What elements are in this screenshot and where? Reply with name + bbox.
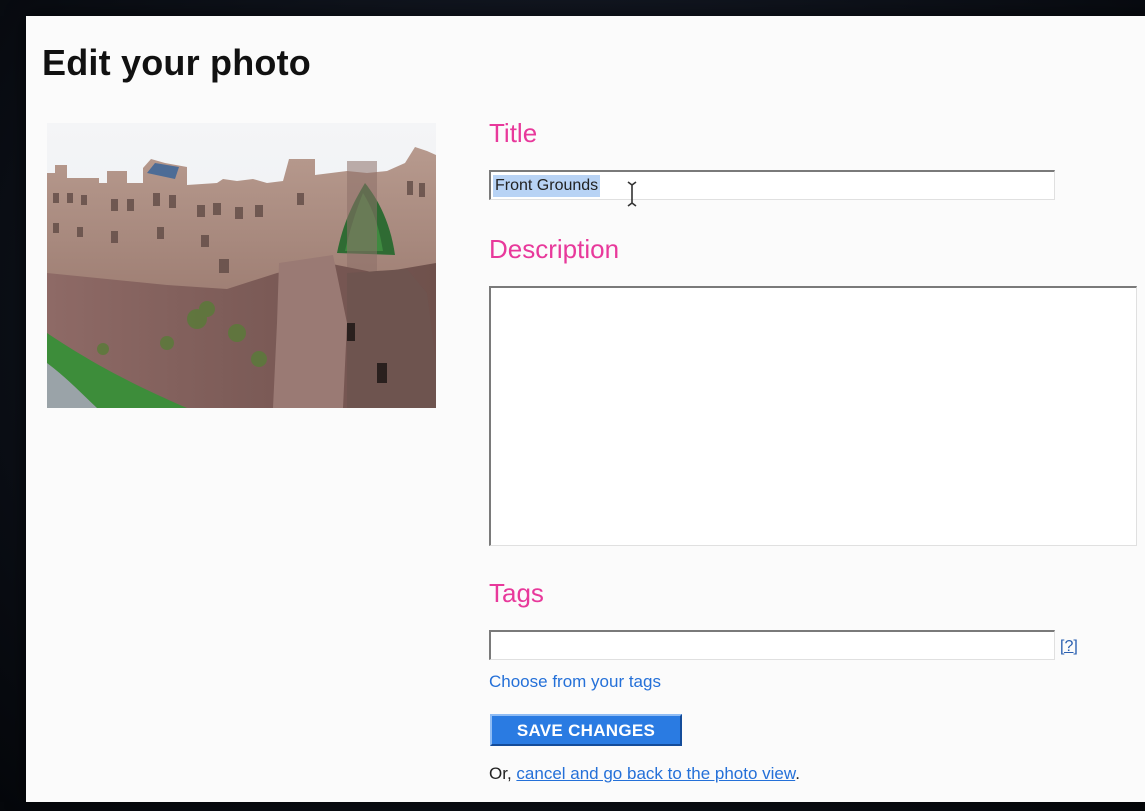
tags-input[interactable] [489,630,1055,660]
edit-photo-panel: Edit your photo Title Front Grounds Desc… [26,16,1145,802]
description-textarea[interactable] [489,286,1137,546]
save-changes-button[interactable]: SAVE CHANGES [490,714,682,746]
text-cursor-icon [627,181,637,207]
photo-thumbnail [47,123,436,408]
title-input-value: Front Grounds [493,175,601,197]
tags-help-link[interactable]: [?] [1060,638,1078,656]
cancel-prefix: Or, [489,764,517,783]
cancel-link[interactable]: cancel and go back to the photo view [516,764,795,783]
cancel-suffix: . [795,764,800,783]
cancel-line: Or, cancel and go back to the photo view… [489,764,800,784]
page-title: Edit your photo [42,42,311,83]
title-label: Title [489,118,538,148]
title-input[interactable]: Front Grounds [489,170,1055,200]
choose-tags-link[interactable]: Choose from your tags [489,672,661,692]
tags-label: Tags [489,578,544,608]
description-label: Description [489,234,620,264]
